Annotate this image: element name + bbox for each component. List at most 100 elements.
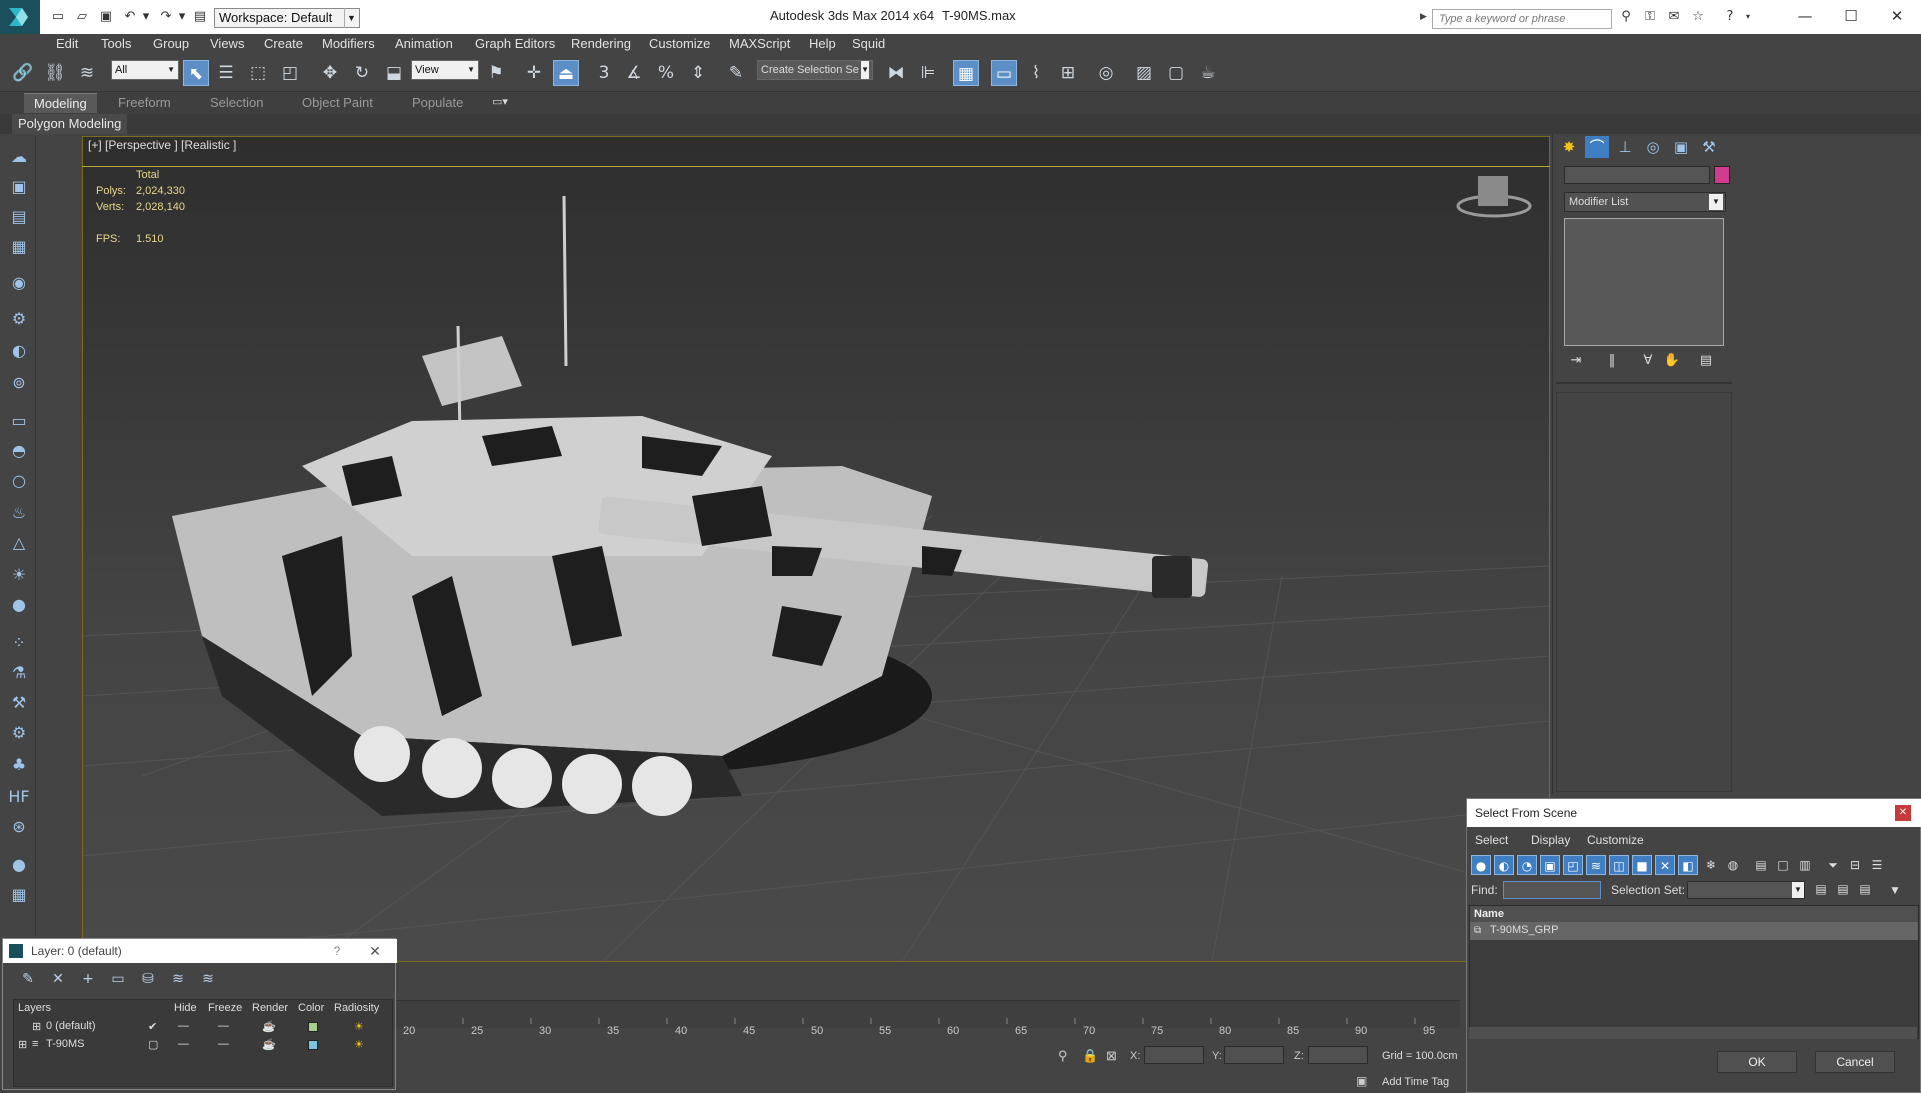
save-file-icon[interactable]: ▣: [98, 10, 114, 24]
rectangular-selection-icon[interactable]: ⬚: [245, 60, 271, 86]
freeze-column[interactable]: Freeze: [208, 1002, 242, 1014]
rendered-frame-window-icon[interactable]: ▢: [1163, 60, 1189, 86]
y-coord-field[interactable]: [1224, 1046, 1284, 1064]
add-to-layer-icon[interactable]: +: [77, 969, 99, 989]
absolute-mode-icon[interactable]: ⊠: [1106, 1048, 1117, 1064]
sphere-icon[interactable]: ○: [7, 470, 31, 492]
modify-tab-icon[interactable]: ⌒: [1585, 136, 1609, 158]
freeze-toggle-icon[interactable]: —: [218, 1020, 229, 1032]
tab-object-paint[interactable]: Object Paint: [292, 93, 383, 113]
display-groups-icon[interactable]: ◫: [1609, 855, 1629, 875]
utilities-tab-icon[interactable]: ⚒: [1697, 136, 1721, 158]
mirror-icon[interactable]: ⧓: [883, 60, 909, 86]
grid-table-icon[interactable]: ▦: [7, 884, 31, 906]
options-icon[interactable]: ☰: [1867, 855, 1887, 875]
display-geometry-icon[interactable]: ●: [1471, 855, 1491, 875]
find-input[interactable]: [1503, 881, 1601, 899]
yellow-sphere-icon[interactable]: ●: [7, 594, 31, 616]
spline-tool-icon[interactable]: ⚙: [7, 308, 31, 330]
keyboard-shortcut-override-icon[interactable]: ⏏: [553, 60, 579, 86]
graphite-tool-icon[interactable]: ☁: [7, 146, 31, 168]
binoculars-icon[interactable]: ⚲: [1618, 10, 1634, 24]
horizontal-scrollbar[interactable]: [1469, 1027, 1917, 1039]
color-column[interactable]: Color: [298, 1002, 324, 1014]
current-layer-check-icon[interactable]: ▢: [148, 1038, 158, 1051]
camera-icon[interactable]: ◐: [7, 340, 31, 362]
menu-group[interactable]: Group: [153, 36, 189, 51]
freeze-toggle-icon[interactable]: —: [218, 1038, 229, 1050]
hide-toggle-icon[interactable]: —: [178, 1038, 189, 1050]
expand-search-icon[interactable]: ▶: [1420, 11, 1427, 22]
minimize-button[interactable]: —: [1790, 4, 1820, 28]
select-none-icon[interactable]: □: [1773, 855, 1793, 875]
spinner-snap-icon[interactable]: ⇕: [685, 60, 711, 86]
menu-views[interactable]: Views: [210, 36, 244, 51]
modifier-stack[interactable]: [1564, 218, 1724, 346]
z-coord-field[interactable]: [1308, 1046, 1368, 1064]
display-shapes-icon[interactable]: ◐: [1494, 855, 1514, 875]
display-containers-icon[interactable]: ◧: [1678, 855, 1698, 875]
add-time-tag-button[interactable]: Add Time Tag: [1382, 1076, 1449, 1088]
select-manipulate-icon[interactable]: ✛: [521, 60, 547, 86]
subscription-icon[interactable]: ⚿: [1642, 10, 1658, 24]
new-file-icon[interactable]: ▭: [50, 10, 66, 24]
undo-icon[interactable]: ↶: [122, 10, 138, 24]
pivot-center-icon[interactable]: ⚑: [483, 60, 509, 86]
configure-modifier-sets-icon[interactable]: ▤: [1696, 352, 1716, 370]
align-icon[interactable]: ⊫: [915, 60, 941, 86]
make-unique-icon[interactable]: ∀: [1638, 352, 1658, 370]
select-objects-in-layer-icon[interactable]: ▭: [107, 969, 129, 989]
cloth-icon[interactable]: ♨: [7, 502, 31, 524]
menu-help[interactable]: Help: [809, 36, 836, 51]
gear-icon[interactable]: ⚙: [7, 722, 31, 744]
table-row[interactable]: ⊞ ≡ T-90MS ▢ — — ☕ ☀: [14, 1036, 394, 1054]
named-selection-dropdown[interactable]: Create Selection Se ▼: [757, 60, 873, 80]
display-space-warps-icon[interactable]: ≋: [1586, 855, 1606, 875]
redo-dropdown-icon[interactable]: ▾: [174, 10, 190, 24]
viewcube-icon[interactable]: [1456, 176, 1532, 218]
hemisphere-icon[interactable]: ◓: [7, 440, 31, 462]
hf-icon[interactable]: HF: [7, 786, 31, 808]
select-object-icon[interactable]: ⬉: [183, 60, 209, 86]
hierarchy-view-icon[interactable]: ⊟: [1845, 855, 1865, 875]
render-toggle-icon[interactable]: ☕: [262, 1038, 276, 1051]
bind-space-warp-icon[interactable]: ≋: [74, 60, 100, 86]
create-layer-icon[interactable]: ✎: [17, 969, 39, 989]
viewport-label[interactable]: [+] [Perspective ] [Realistic ]: [88, 138, 236, 152]
menu-create[interactable]: Create: [264, 36, 303, 51]
favorites-star-icon[interactable]: ☆: [1690, 10, 1706, 24]
modifier-list-dropdown[interactable]: Modifier List ▼: [1564, 192, 1726, 212]
tab-selection[interactable]: Selection: [200, 93, 273, 113]
menu-customize[interactable]: Customize: [1587, 833, 1644, 847]
undo-dropdown-icon[interactable]: ▾: [138, 10, 154, 24]
edit-selection-set-icon[interactable]: ▤: [1811, 879, 1831, 899]
scale-icon[interactable]: ⬓: [381, 60, 407, 86]
move-icon[interactable]: ✥: [317, 60, 343, 86]
display-frozen-icon[interactable]: ❄: [1701, 855, 1721, 875]
select-from-scene-title[interactable]: Select From Scene: [1467, 799, 1921, 827]
isolate-selection-icon[interactable]: ⚲: [1058, 1048, 1068, 1064]
cone-icon[interactable]: △: [7, 532, 31, 554]
table-row[interactable]: ⊞ 0 (default) ✔ — — ☕ ☀: [14, 1018, 394, 1036]
object-color-swatch[interactable]: [1714, 166, 1730, 184]
hold-icon[interactable]: ▤: [192, 10, 208, 24]
pin-stack-icon[interactable]: ⇥: [1566, 352, 1586, 370]
freeze-all-layers-icon[interactable]: ≋: [197, 969, 219, 989]
layers-column[interactable]: Layers: [18, 1002, 51, 1014]
link-icon[interactable]: 🔗: [10, 60, 36, 86]
curve-editor-icon[interactable]: ⌇: [1023, 60, 1049, 86]
bone-icon[interactable]: ⚒: [7, 692, 31, 714]
hide-toggle-icon[interactable]: —: [178, 1020, 189, 1032]
menu-tools[interactable]: Tools: [101, 36, 131, 51]
app-logo-icon[interactable]: [0, 0, 40, 34]
maximize-button[interactable]: ☐: [1836, 4, 1866, 28]
select-by-name-icon[interactable]: ☰: [213, 60, 239, 86]
current-layer-check-icon[interactable]: ✔: [148, 1020, 157, 1033]
menu-rendering[interactable]: Rendering: [571, 36, 631, 51]
time-tag-icon[interactable]: ▣: [1356, 1074, 1367, 1088]
selection-set-dropdown[interactable]: ▼: [1687, 881, 1805, 899]
highlight-layer-icon[interactable]: ⛁: [137, 969, 159, 989]
tank-model[interactable]: [172, 195, 1209, 816]
hair-icon[interactable]: ♣: [7, 754, 31, 776]
layer-explorer-icon[interactable]: ▦: [953, 60, 979, 86]
